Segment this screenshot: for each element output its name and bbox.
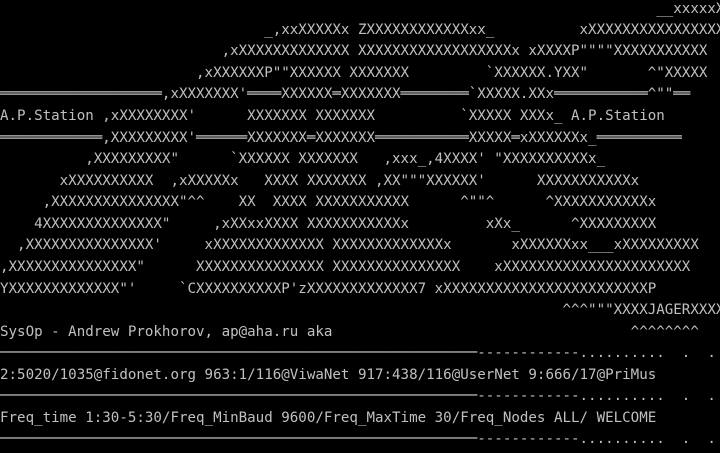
ansi-art-line: ════════════,XXXXXXXXX'══════XXXXXXX═XXX… <box>0 129 682 146</box>
addresses-line: 2:5020/1035@fidonet.org 963:1/116@ViwaNe… <box>0 366 657 383</box>
divider-line: ────────────────────────────────────────… <box>0 430 720 447</box>
ansi-art-line: ,xXXXXXXP""XXXXXX XXXXXXX `XXXXXX.YXX" ^… <box>0 64 708 81</box>
ansi-art-line: ,XXXXXXXXX" `XXXXXX XXXXXXX ,xxx_,4XXXX'… <box>0 150 606 167</box>
ansi-art-line: ,XXXXXXXXXXXXXXX" XXXXXXXXXXXXXXX XXXXXX… <box>0 258 691 275</box>
ansi-art-line: YXXXXXXXXXXXXX"' `CXXXXXXXXXXP'zXXXXXXXX… <box>0 280 657 297</box>
freq-line: Freq_time 1:30-5:30/Freq_MinBaud 9600/Fr… <box>0 409 657 426</box>
ansi-art-line: ,XXXXXXXXXXXXXXX"^^ XX XXXX XXXXXXXXXXX … <box>0 193 657 210</box>
ansi-art-line: ,xXXXXXXXXXXXXX XXXXXXXXXXXXXXXXXXx xXXX… <box>0 42 708 59</box>
ansi-art-line: ,XXXXXXXXXXXXXXX' xXXXXXXXXXXXXX XXXXXXX… <box>0 236 699 253</box>
ansi-art-line: xXXXXXXXXXX ,xXXXXXx XXXX XXXXXXX ,XX"""… <box>0 172 640 189</box>
ansi-art-line: ═══════════════════,xXXXXXXX'════XXXXXX═… <box>0 85 691 102</box>
sysop-line: SysOp - Andrew Prokhorov, ap@aha.ru aka … <box>0 323 699 340</box>
divider-line: ────────────────────────────────────────… <box>0 387 720 404</box>
ansi-art-line: ^^^"""XXXXJAGERXXXXP" <box>0 301 720 318</box>
ansi-art-line: 4XXXXXXXXXXXXXX" ,xXXxxXXXX XXXXXXXXXXXx… <box>0 215 657 232</box>
terminal-screen: __xxxxxXXXXXxx._ _,xxXXXXXx ZXXXXXXXXXXX… <box>0 0 720 453</box>
divider-line: ────────────────────────────────────────… <box>0 344 720 361</box>
ansi-art-line: A.P.Station ,xXXXXXXXX' XXXXXXX XXXXXXX … <box>0 107 665 124</box>
ansi-art-line: _,xxXXXXXx ZXXXXXXXXXXXXxx_ xXXXXXXXXXXX… <box>0 21 720 38</box>
ansi-art-line: __xxxxxXXXXXxx._ <box>0 0 720 17</box>
